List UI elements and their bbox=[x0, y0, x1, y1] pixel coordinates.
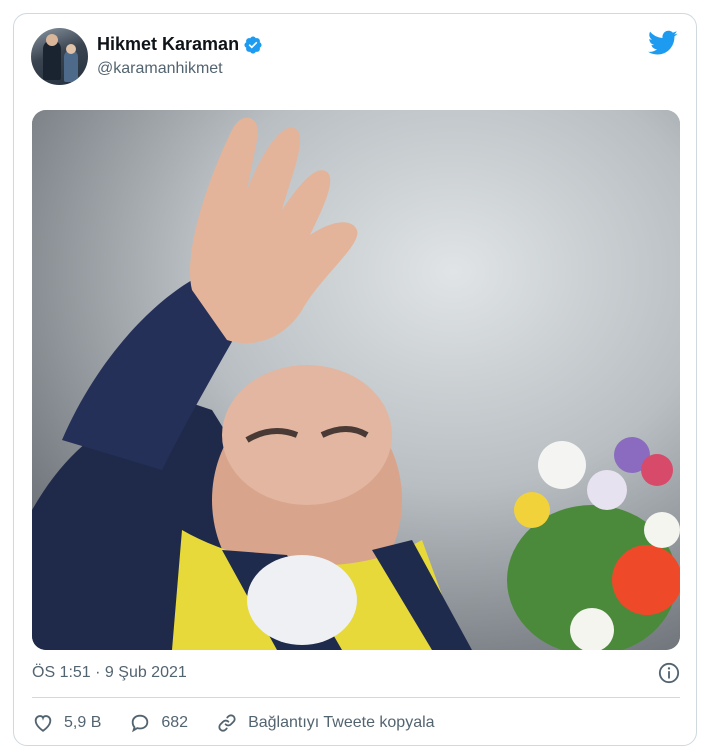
info-icon[interactable] bbox=[658, 662, 680, 684]
divider bbox=[32, 697, 680, 698]
like-count: 5,9 B bbox=[64, 714, 102, 731]
photo-illustration bbox=[32, 110, 680, 650]
verified-badge-icon bbox=[244, 35, 262, 54]
reply-action[interactable]: 682 bbox=[129, 712, 188, 734]
tweet-actions: 5,9 B 682 Bağlantıyı Tweete kopyala bbox=[32, 708, 463, 738]
tweet-card[interactable]: Hikmet Karaman @karamanhikmet ÖS 1:51 · … bbox=[13, 13, 697, 746]
author-name-row[interactable]: Hikmet Karaman bbox=[97, 34, 263, 55]
tweet-meta-row: ÖS 1:51 · 9 Şub 2021 bbox=[32, 659, 680, 687]
avatar[interactable] bbox=[31, 28, 88, 85]
tweet-header: Hikmet Karaman @karamanhikmet bbox=[14, 14, 696, 110]
author-handle[interactable]: @karamanhikmet bbox=[97, 60, 223, 78]
copy-link-action[interactable]: Bağlantıyı Tweete kopyala bbox=[216, 712, 435, 734]
like-action[interactable]: 5,9 B bbox=[32, 712, 101, 734]
speech-bubble-icon bbox=[132, 714, 149, 733]
reply-count: 682 bbox=[161, 714, 189, 731]
link-icon bbox=[218, 714, 236, 732]
copy-link-label: Bağlantıyı Tweete kopyala bbox=[248, 714, 435, 731]
author-name[interactable]: Hikmet Karaman bbox=[97, 34, 239, 55]
tweet-timestamp[interactable]: ÖS 1:51 · 9 Şub 2021 bbox=[32, 664, 187, 682]
tweet-photo[interactable] bbox=[32, 110, 680, 650]
heart-icon bbox=[34, 715, 52, 732]
twitter-bird-icon[interactable] bbox=[648, 30, 678, 56]
